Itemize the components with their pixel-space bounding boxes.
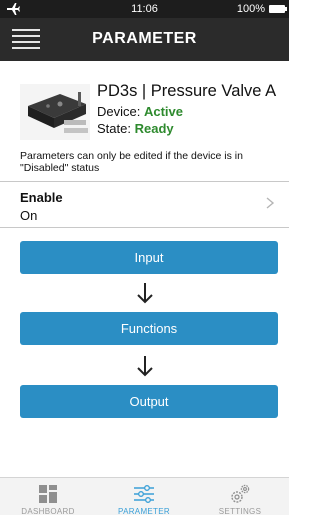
arrow-down-icon — [137, 356, 153, 377]
tab-settings[interactable]: SETTINGS — [192, 478, 288, 516]
enable-value: On — [20, 208, 38, 223]
tab-parameter-label: PARAMETER — [118, 507, 170, 516]
device-status-value: Active — [143, 104, 184, 119]
tab-bar: DASHBOARD PARAMETER SETTINGS — [0, 477, 289, 516]
tab-dashboard[interactable]: DASHBOARD — [0, 478, 96, 516]
device-status-label: Device: — [97, 104, 141, 119]
device-state-value: Ready — [134, 121, 174, 136]
tab-settings-label: SETTINGS — [218, 507, 262, 516]
output-button[interactable]: Output — [20, 385, 278, 418]
sliders-icon — [134, 485, 154, 503]
battery-percentage: 100% — [236, 3, 265, 15]
device-state-label: State: — [97, 121, 131, 136]
arrow-down-icon — [137, 283, 153, 304]
enable-label: Enable — [20, 190, 63, 205]
gears-icon — [231, 484, 250, 503]
divider — [0, 227, 289, 228]
page-title: PARAMETER — [92, 30, 197, 47]
device-image — [20, 84, 90, 140]
device-name: PD3s | Pressure Valve A — [97, 82, 277, 100]
chevron-right-icon — [266, 197, 275, 209]
status-bar: 11:06 100% — [0, 0, 289, 18]
edit-restriction-note: Parameters can only be edited if the dev… — [20, 150, 243, 174]
dashboard-icon — [39, 485, 57, 503]
enable-setting-row[interactable]: Enable On — [0, 182, 289, 227]
input-button[interactable]: Input — [20, 241, 278, 274]
functions-button[interactable]: Functions — [20, 312, 278, 345]
tab-parameter[interactable]: PARAMETER — [96, 478, 192, 516]
battery-icon — [269, 5, 287, 13]
device-status-row: Device: Active — [97, 104, 183, 119]
navigation-bar: PARAMETER — [0, 18, 289, 61]
tab-dashboard-label: DASHBOARD — [21, 507, 75, 516]
device-state-row: State: Ready — [97, 121, 174, 136]
